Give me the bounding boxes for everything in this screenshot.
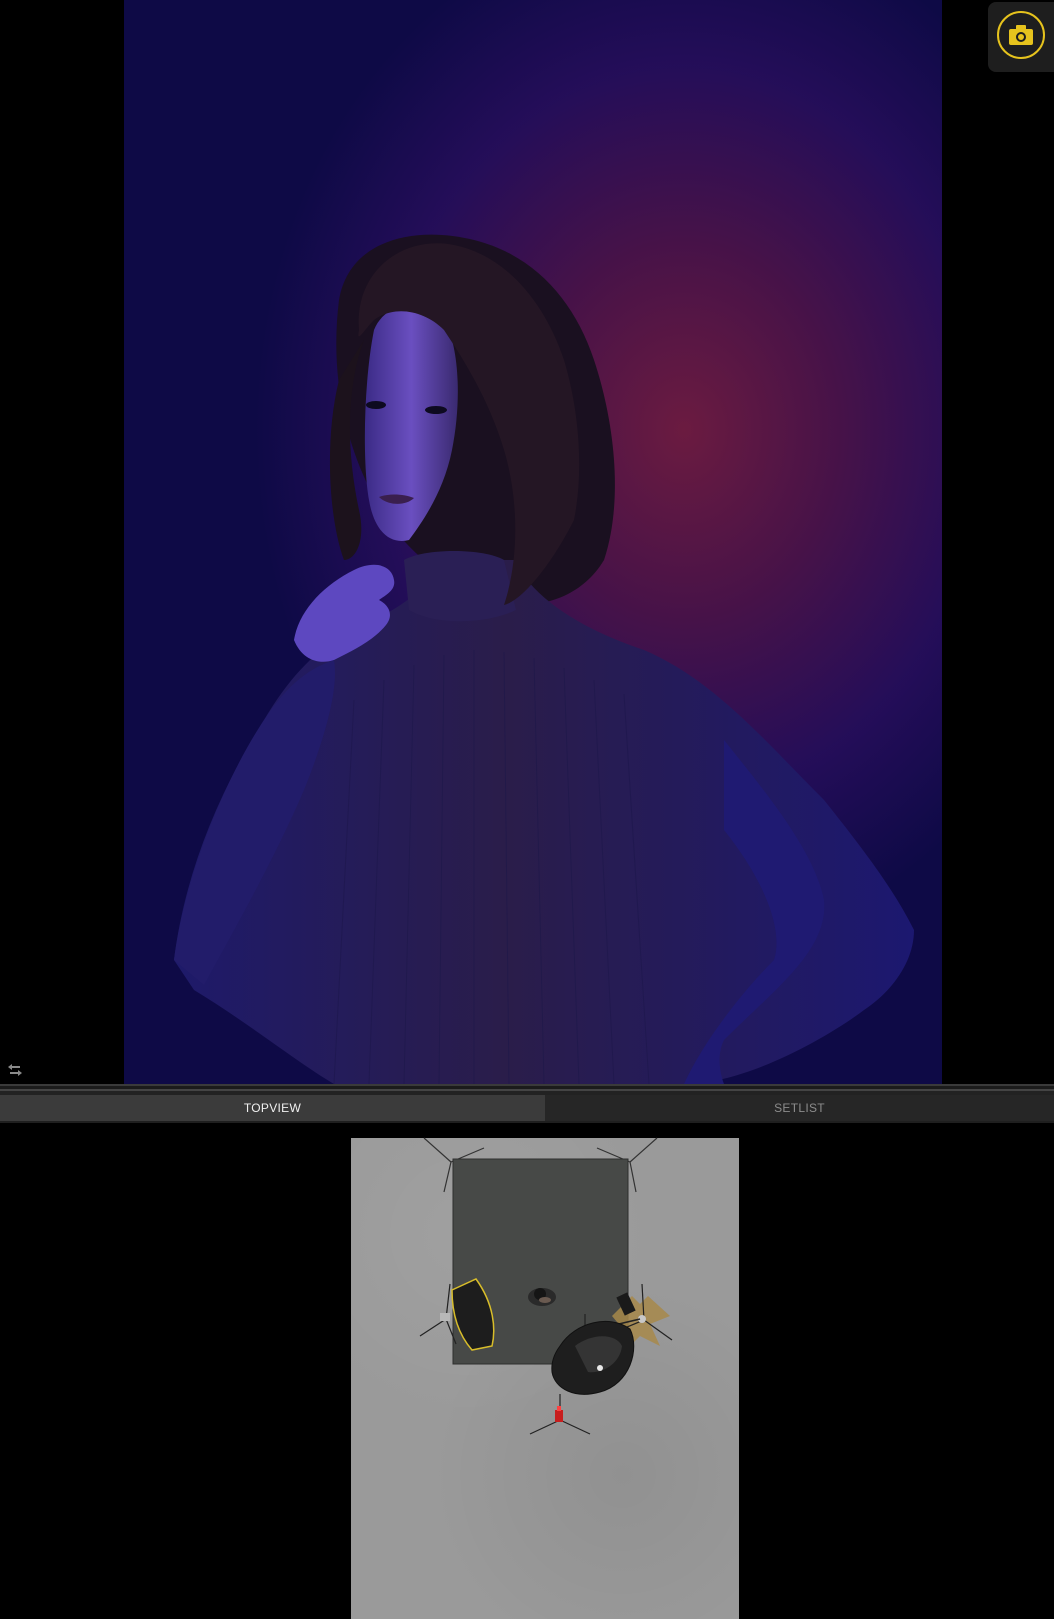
portrait-render: [174, 234, 914, 1084]
panel-divider[interactable]: [0, 1084, 1054, 1095]
render-viewer: [0, 0, 1054, 1084]
topview-panel: [0, 1124, 1054, 1619]
camera-icon: [997, 11, 1045, 59]
swap-arrows-icon[interactable]: [6, 1062, 24, 1078]
topview-scene: [419, 1137, 673, 1435]
camera[interactable]: [529, 1394, 591, 1435]
tab-topview[interactable]: TOPVIEW: [0, 1095, 545, 1121]
model[interactable]: [528, 1288, 556, 1306]
panel-tabs: TOPVIEW SETLIST: [0, 1095, 1054, 1123]
tab-setlist[interactable]: SETLIST: [545, 1095, 1054, 1121]
shutter-button[interactable]: [988, 2, 1054, 72]
render-image: [124, 0, 942, 1084]
